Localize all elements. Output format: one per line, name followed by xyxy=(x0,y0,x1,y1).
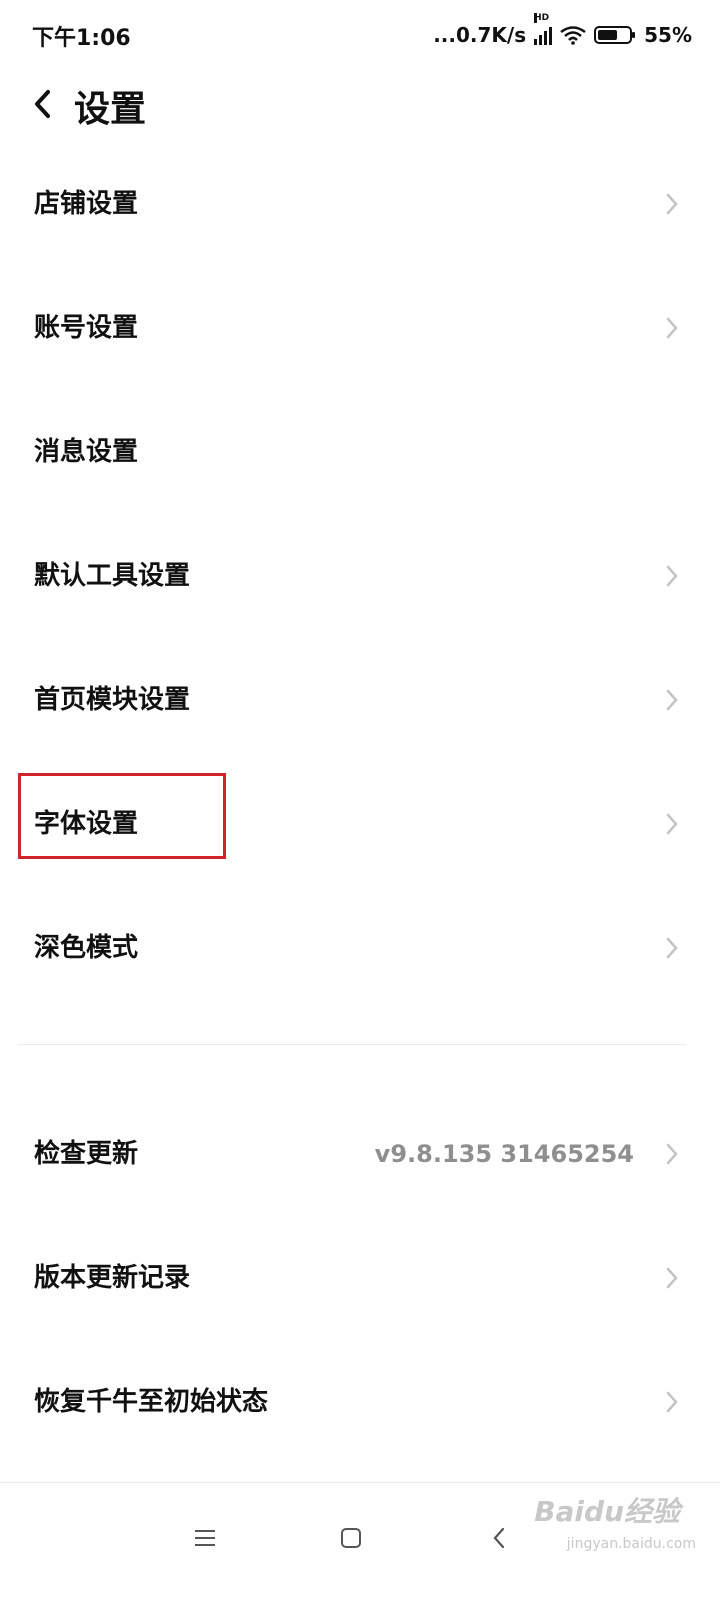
chevron-right-icon xyxy=(666,1143,678,1165)
settings-item-dark-mode[interactable]: 深色模式 xyxy=(0,886,720,1010)
wifi-icon xyxy=(560,25,586,45)
settings-item-message[interactable]: 消息设置 xyxy=(0,390,720,514)
chevron-right-icon xyxy=(666,1267,678,1289)
settings-item-label: 深色模式 xyxy=(34,933,139,963)
settings-item-changelog[interactable]: 版本更新记录 xyxy=(0,1216,720,1340)
settings-item-label: 账号设置 xyxy=(34,313,139,343)
chevron-right-icon xyxy=(666,813,678,835)
menu-icon xyxy=(195,1530,215,1546)
back-icon xyxy=(493,1527,505,1549)
watermark-logo: Baidu经验 xyxy=(534,1495,680,1528)
chevron-left-icon xyxy=(35,90,50,118)
chevron-right-icon xyxy=(666,317,678,339)
settings-item-reset[interactable]: 恢复千牛至初始状态 xyxy=(0,1340,720,1464)
chevron-right-icon xyxy=(666,689,678,711)
status-time: 下午1:06 xyxy=(32,26,131,51)
nav-menu-button[interactable] xyxy=(180,1513,230,1563)
settings-item-label: 首页模块设置 xyxy=(34,685,191,715)
hd-badge: HD xyxy=(534,13,550,23)
battery-icon xyxy=(594,25,636,45)
signal-icon: HD xyxy=(534,13,553,45)
chevron-right-icon xyxy=(666,1391,678,1413)
settings-item-check-update[interactable]: 检查更新 v9.8.135 31465254 xyxy=(0,1092,720,1216)
settings-item-label: 检查更新 xyxy=(34,1139,139,1169)
settings-item-label: 版本更新记录 xyxy=(34,1263,191,1293)
nav-back-button[interactable] xyxy=(474,1513,524,1563)
chevron-right-icon xyxy=(666,193,678,215)
page-title: 设置 xyxy=(74,89,147,130)
settings-item-label: 店铺设置 xyxy=(34,189,139,219)
settings-item-account[interactable]: 账号设置 xyxy=(0,266,720,390)
settings-item-store[interactable]: 店铺设置 xyxy=(0,142,720,266)
settings-item-label: 消息设置 xyxy=(34,437,139,467)
system-list: 检查更新 v9.8.135 31465254 版本更新记录 恢复千牛至初始状态 xyxy=(0,1092,720,1464)
status-bar: 下午1:06 ...0.7K/s HD 55% xyxy=(0,0,720,70)
battery-percent: 55% xyxy=(644,23,692,47)
title-bar: 设置 xyxy=(0,70,720,140)
settings-item-home-modules[interactable]: 首页模块设置 xyxy=(0,638,720,762)
chevron-right-icon xyxy=(666,565,678,587)
highlight-box xyxy=(18,773,226,859)
settings-item-label: 默认工具设置 xyxy=(34,561,191,591)
chevron-right-icon xyxy=(666,937,678,959)
home-square-icon xyxy=(341,1528,361,1548)
back-button[interactable] xyxy=(22,84,62,124)
section-divider xyxy=(18,1044,686,1045)
status-icons: ...0.7K/s HD 55% xyxy=(433,13,692,52)
settings-item-label: 恢复千牛至初始状态 xyxy=(34,1387,269,1417)
watermark-url: jingyan.baidu.com xyxy=(566,1536,696,1552)
version-value: v9.8.135 31465254 xyxy=(374,1140,634,1168)
nav-home-button[interactable] xyxy=(326,1513,376,1563)
network-speed: ...0.7K/s xyxy=(433,23,527,47)
settings-item-default-tools[interactable]: 默认工具设置 xyxy=(0,514,720,638)
settings-list: 店铺设置 账号设置 消息设置 默认工具设置 首页模块设置 字体设置 深色模式 xyxy=(0,142,720,1010)
